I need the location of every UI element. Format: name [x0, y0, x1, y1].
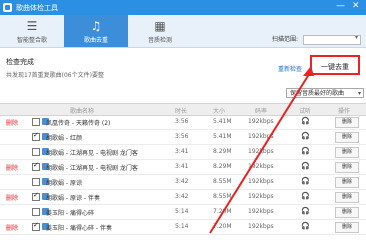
song-bitrate: 192kbps — [248, 193, 274, 200]
table-row[interactable]: 胡歌娟 - 原谅 3:42 8.55M 192kbps 🎧 删除 — [0, 175, 366, 190]
song-bitrate: 192kbps — [248, 163, 274, 170]
delete-button[interactable]: 删除 — [335, 117, 359, 128]
row-checkbox[interactable] — [32, 191, 40, 201]
song-name: 胡歌娟 - 原谅 - 伴奏 — [46, 195, 100, 202]
header-action: 操作 — [338, 108, 351, 115]
song-duration: 3:41 — [175, 163, 189, 170]
delete-button[interactable]: 删除 — [335, 207, 359, 218]
status-subtitle: 共发现17首重复歌曲(06个文件)要整 — [6, 72, 104, 79]
song-duration: 3:41 — [175, 148, 189, 155]
table-row[interactable]: 删除 胡歌娟 - 原谅 - 伴奏 3:42 8.55M 192kbps 🎧 删除 — [0, 190, 366, 205]
song-size: 8.29M — [213, 163, 232, 170]
headphones-icon[interactable]: 🎧 — [301, 222, 310, 230]
song-size: 8.55M — [213, 193, 232, 200]
header-name: 歌曲名称 — [70, 108, 95, 115]
delete-button[interactable]: 删除 — [335, 147, 359, 158]
song-duration: 3:56 — [175, 133, 189, 140]
status-title: 检查完成 — [6, 58, 34, 66]
song-size: 8.29M — [213, 148, 232, 155]
row-checkbox[interactable] — [32, 148, 40, 156]
song-size: 5.41M — [213, 133, 232, 140]
table-row[interactable]: 删除 姜玉阳 - 痛得心碎 - 伴奏 5:14 7.20M 192kbps 🎧 删除 — [0, 220, 366, 235]
song-name: 凤凰传奇 - 天籁传奇 (2) — [46, 120, 111, 127]
delete-button[interactable]: 删除 — [335, 132, 359, 143]
song-duration: 5:14 — [175, 223, 189, 230]
dup-tag: 删除 — [6, 165, 19, 172]
song-name: 胡歌娟 - 红颜 — [46, 135, 82, 142]
one-key-dedupe-button[interactable]: 一键去重 — [310, 55, 360, 75]
song-duration: 3:56 — [175, 118, 189, 125]
row-checkbox[interactable] — [32, 221, 40, 231]
song-size: 7.20M — [213, 208, 232, 215]
song-name: 胡歌娟 - 江湖再见 - 电视剧 龙门客 — [46, 150, 138, 157]
smart-merge-icon: ☰ — [26, 19, 38, 33]
delete-button[interactable]: 删除 — [335, 222, 359, 233]
row-checkbox[interactable] — [32, 161, 40, 171]
delete-button[interactable]: 删除 — [335, 177, 359, 188]
tab-label: 歌曲去重 — [83, 37, 108, 44]
quality-icon: ▦ — [154, 19, 166, 33]
song-duration: 3:42 — [175, 193, 189, 200]
scan-range-select[interactable] — [303, 34, 361, 45]
table-row[interactable]: 胡歌娟 - 红颜 3:56 5.41M 192kbps 🎧 删除 — [0, 130, 366, 145]
table-row[interactable]: 姜玉阳 - 痛得心碎 5:14 7.20M 192kbps 🎧 删除 — [0, 205, 366, 220]
song-name: 姜玉阳 - 痛得心碎 - 伴奏 — [46, 225, 112, 232]
song-bitrate: 192kbps — [248, 223, 274, 230]
close-button[interactable]: ✕ — [352, 1, 360, 11]
song-bitrate: 192kbps — [248, 178, 274, 185]
tab-label: 智能整合歌 — [16, 37, 47, 44]
headphones-icon[interactable]: 🎧 — [301, 147, 310, 155]
table-row[interactable]: 删除 凤凰传奇 - 天籁传奇 (2) 3:56 5.41M 192kbps 🎧 删除 — [0, 115, 366, 130]
headphones-icon[interactable]: 🎧 — [301, 132, 310, 140]
headphones-icon[interactable]: 🎧 — [301, 162, 310, 170]
song-name: 胡歌娟 - 江湖再见 - 电视剧 龙门客 — [46, 165, 138, 172]
song-duration: 3:42 — [175, 178, 189, 185]
headphones-icon[interactable]: 🎧 — [301, 192, 310, 200]
window-title: 歌曲体检工具 — [16, 4, 58, 12]
song-name: 胡歌娟 - 原谅 — [46, 180, 82, 187]
scan-range: 扫描范围: — [272, 34, 361, 45]
minimize-button[interactable]: — — [336, 1, 345, 11]
song-bitrate: 192kbps — [248, 118, 274, 125]
dup-tag: 删除 — [6, 195, 19, 202]
song-name: 姜玉阳 - 痛得心碎 — [46, 210, 94, 217]
app-logo-icon — [3, 3, 12, 12]
table-row[interactable]: 胡歌娟 - 江湖再见 - 电视剧 龙门客 3:41 8.29M 192kbps 🎧 删除 — [0, 145, 366, 160]
header-rate: 码率 — [255, 108, 268, 115]
tab-quality[interactable]: ▦ 音质检测 — [128, 15, 192, 47]
header-listen: 试听 — [299, 108, 312, 115]
title-bar: 歌曲体检工具 — ✕ — [0, 0, 366, 15]
row-checkbox[interactable] — [32, 131, 40, 141]
headphones-icon[interactable]: 🎧 — [301, 117, 310, 125]
table-row[interactable]: 删除 胡歌娟 - 江湖再见 - 电视剧 龙门客 3:41 8.29M 192kbps 🎧 删… — [0, 160, 366, 175]
row-checkbox[interactable] — [32, 178, 40, 186]
row-checkbox[interactable] — [32, 208, 40, 216]
header-size: 大小 — [213, 108, 226, 115]
headphones-icon[interactable]: 🎧 — [301, 207, 310, 215]
song-bitrate: 192kbps — [248, 133, 274, 140]
scan-label: 扫描范围: — [272, 36, 299, 43]
song-bitrate: 192kbps — [248, 148, 274, 155]
delete-button[interactable]: 删除 — [335, 162, 359, 173]
tab-dedupe[interactable]: ♫ 歌曲去重 — [64, 15, 128, 47]
song-size: 7.20M — [213, 223, 232, 230]
row-checkbox[interactable] — [32, 118, 40, 126]
tab-smart-merge[interactable]: ☰ 智能整合歌 — [0, 15, 64, 47]
song-size: 5.41M — [213, 118, 232, 125]
song-size: 8.55M — [213, 178, 232, 185]
header-time: 时长 — [175, 108, 188, 115]
dup-tag: 删除 — [6, 225, 19, 232]
delete-button[interactable]: 删除 — [335, 192, 359, 203]
headphones-icon[interactable]: 🎧 — [301, 177, 310, 185]
song-duration: 5:14 — [175, 208, 189, 215]
dup-tag: 删除 — [6, 120, 19, 127]
rescan-link[interactable]: 重新检查 — [278, 64, 302, 73]
dedupe-icon: ♫ — [90, 19, 102, 33]
keep-rule-select[interactable]: 保留音质最好的歌曲 — [286, 88, 364, 99]
tab-label: 音质检测 — [147, 37, 172, 44]
song-bitrate: 192kbps — [248, 208, 274, 215]
